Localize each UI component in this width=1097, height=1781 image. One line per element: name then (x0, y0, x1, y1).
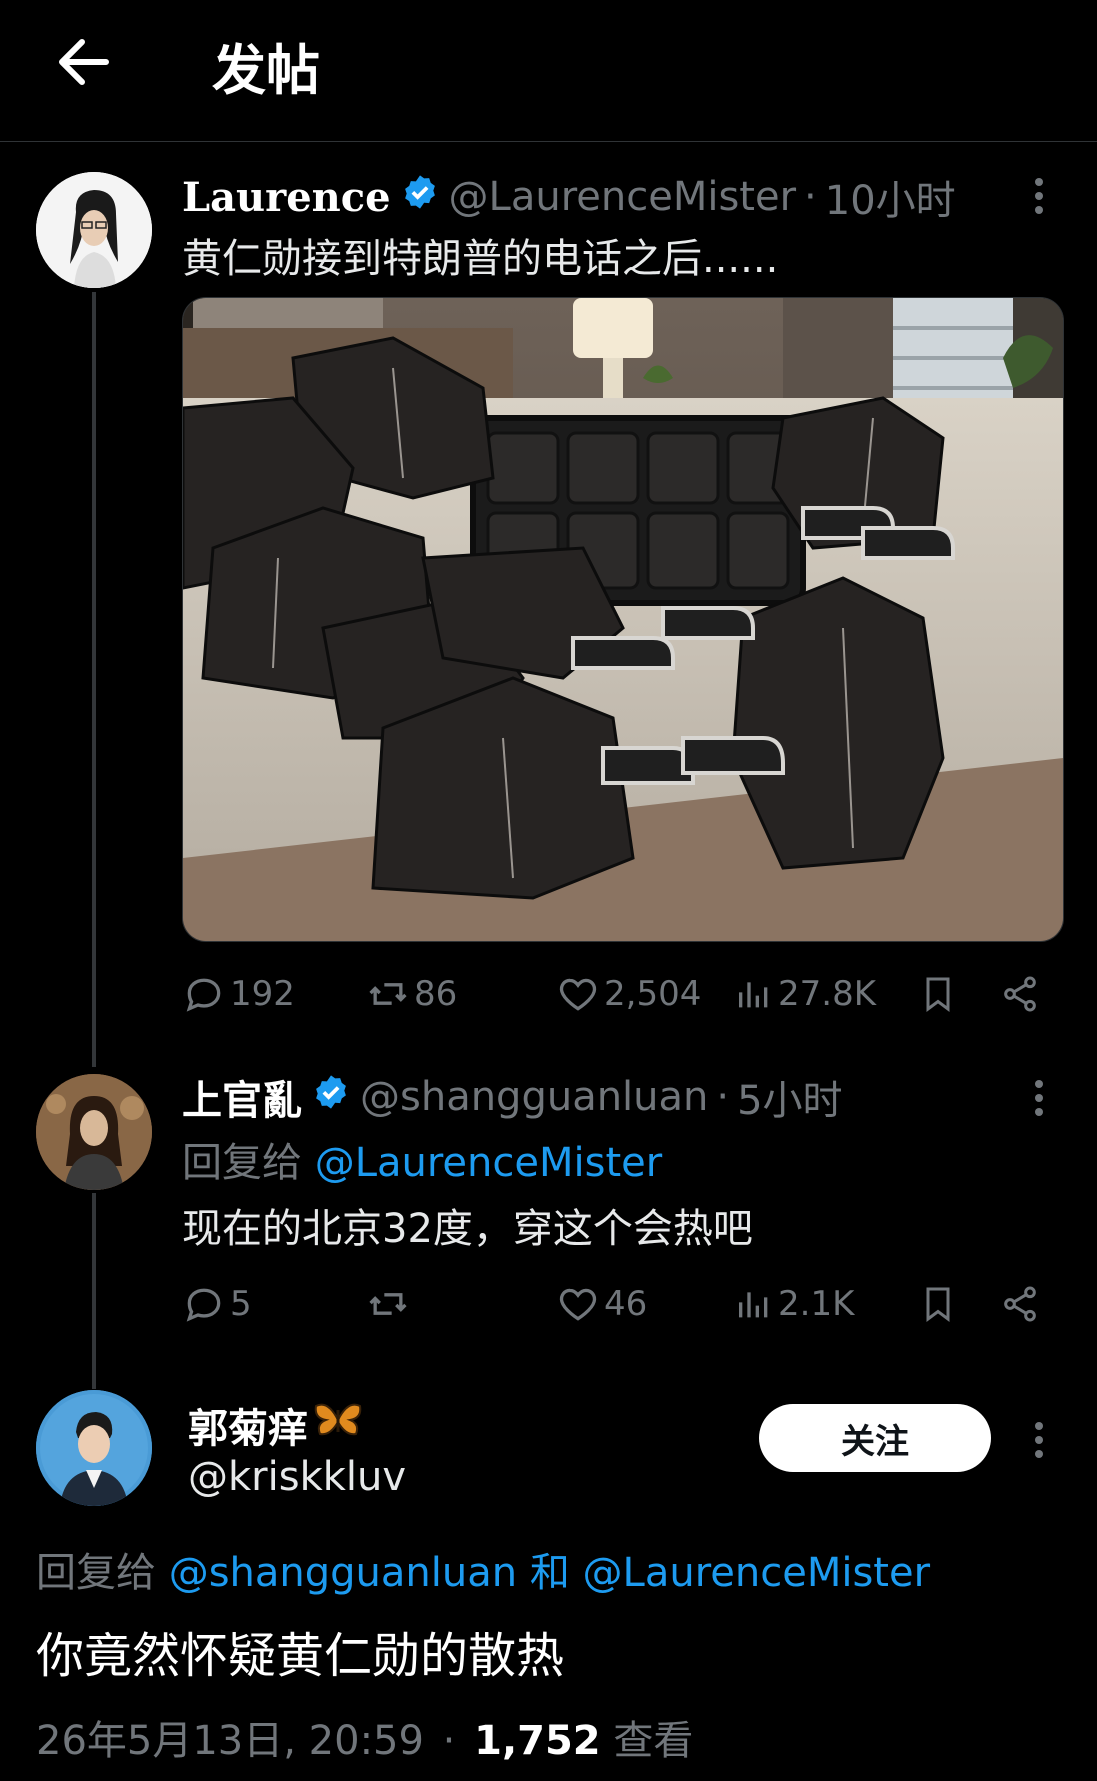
handle[interactable]: @kriskkluv (188, 1454, 406, 1500)
bookmark-icon[interactable] (918, 1282, 962, 1326)
display-name[interactable]: 郭菊痒 (188, 1396, 308, 1454)
verified-badge-icon (312, 1073, 350, 1121)
thread-line (92, 1193, 96, 1389)
post-meta: 26年5月13日, 20:59 · 1,752 查看 (36, 1708, 693, 1766)
avatar[interactable] (36, 172, 152, 288)
post-header: Laurence @LaurenceMister · 10小时 (182, 168, 956, 226)
views-count: 2.1K (778, 1284, 855, 1324)
display-name[interactable]: Laurence (182, 174, 391, 221)
view-count: 1,752 (474, 1718, 601, 1764)
post-header: 上官亂 @shangguanluan · 5小时 (182, 1068, 843, 1126)
like-button[interactable]: 2,504 (556, 972, 701, 1016)
avatar[interactable] (36, 1390, 152, 1506)
reply-context: 回复给 @shangguanluan 和 @LaurenceMister (36, 1540, 930, 1598)
post-text: 黄仁勋接到特朗普的电话之后...... (182, 236, 779, 282)
post-text: 你竟然怀疑黄仁勋的散热 (36, 1628, 565, 1684)
share-icon[interactable] (1000, 972, 1044, 1016)
post-time[interactable]: 10小时 (825, 168, 956, 226)
reply-and: 和 (529, 1550, 570, 1596)
more-icon[interactable] (1024, 1076, 1054, 1120)
separator: · (804, 174, 817, 220)
author-name-row: 郭菊痒 (188, 1396, 362, 1454)
view-label: 查看 (613, 1718, 694, 1764)
back-arrow-icon[interactable] (52, 30, 116, 94)
repost-button[interactable]: 86 (366, 972, 457, 1016)
handle[interactable]: @LaurenceMister (449, 174, 796, 220)
reply-count: 192 (230, 974, 295, 1014)
thread-line (92, 292, 96, 1067)
post-text: 现在的北京32度，穿这个会热吧 (182, 1206, 753, 1252)
views-button[interactable]: 2.1K (734, 1282, 854, 1326)
reply-context: 回复给 @LaurenceMister (182, 1130, 662, 1188)
like-count: 2,504 (604, 974, 702, 1014)
verified-badge-icon (401, 173, 439, 221)
follow-button[interactable]: 关注 (759, 1404, 991, 1472)
bookmark-icon[interactable] (918, 972, 962, 1016)
page-title: 发帖 (212, 39, 320, 102)
separator: · (442, 1718, 456, 1764)
reply-prefix: 回复给 (36, 1550, 156, 1596)
reply-button[interactable]: 192 (182, 972, 295, 1016)
reply-button[interactable]: 5 (182, 1282, 252, 1326)
more-icon[interactable] (1024, 174, 1054, 218)
mention-link[interactable]: @LaurenceMister (315, 1140, 662, 1186)
views-count: 27.8K (778, 974, 876, 1014)
post-time[interactable]: 5小时 (737, 1068, 842, 1126)
like-button[interactable]: 46 (556, 1282, 647, 1326)
like-count: 46 (604, 1284, 648, 1324)
post-timestamp[interactable]: 26年5月13日, 20:59 (36, 1718, 424, 1764)
top-bar: 发帖 (0, 0, 1097, 142)
reply-count: 5 (230, 1284, 252, 1324)
display-name[interactable]: 上官亂 (182, 1068, 302, 1126)
more-icon[interactable] (1024, 1418, 1054, 1462)
handle[interactable]: @shangguanluan (360, 1074, 708, 1120)
repost-count: 86 (414, 974, 458, 1014)
reply-prefix: 回复给 (182, 1140, 302, 1186)
avatar[interactable] (36, 1074, 152, 1190)
mention-link[interactable]: @LaurenceMister (583, 1550, 930, 1596)
mention-link[interactable]: @shangguanluan (169, 1550, 517, 1596)
views-button[interactable]: 27.8K (734, 972, 876, 1016)
repost-button[interactable] (366, 1282, 414, 1326)
share-icon[interactable] (1000, 1282, 1044, 1326)
separator: · (716, 1074, 730, 1120)
butterfly-icon (314, 1400, 362, 1450)
post-image[interactable] (182, 297, 1064, 942)
